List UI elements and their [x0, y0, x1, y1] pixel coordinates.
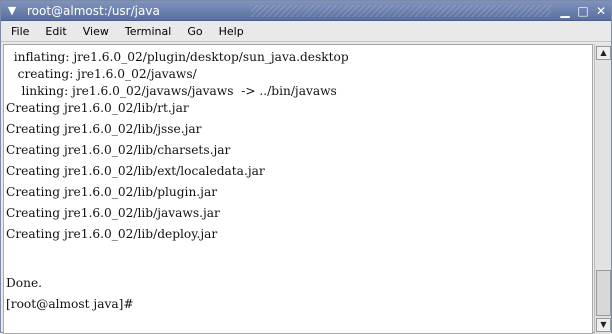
terminal-line: Creating jre1.6.0_02/lib/javaws.jar — [6, 206, 220, 220]
menu-edit[interactable]: Edit — [37, 23, 74, 41]
close-icon[interactable]: ✕ — [593, 3, 609, 19]
menu-bar: File Edit View Terminal Go Help — [1, 22, 611, 42]
terminal-prompt: [root@almost java]# — [6, 297, 134, 311]
terminal-output[interactable]: inflating: jre1.6.0_02/plugin/desktop/su… — [3, 44, 593, 334]
terminal-line: Creating jre1.6.0_02/lib/charsets.jar — [6, 143, 231, 157]
terminal-window: ▼ root@almost:/usr/java ▁ □ ✕ File Edit … — [0, 0, 612, 334]
terminal-line: Creating jre1.6.0_02/lib/jsse.jar — [6, 122, 202, 136]
arrow-down-icon[interactable]: ▼ — [596, 318, 611, 332]
menu-help[interactable]: Help — [211, 23, 252, 41]
window-menu-button[interactable]: ▼ — [5, 4, 19, 18]
menu-file[interactable]: File — [1, 23, 37, 41]
terminal-line: inflating: jre1.6.0_02/plugin/desktop/su… — [6, 50, 349, 64]
terminal-line: creating: jre1.6.0_02/javaws/ — [6, 67, 197, 81]
menu-terminal[interactable]: Terminal — [117, 23, 180, 41]
title-bar[interactable]: ▼ root@almost:/usr/java ▁ □ ✕ — [1, 1, 611, 21]
window-title: root@almost:/usr/java — [27, 4, 160, 18]
terminal-line: Creating jre1.6.0_02/lib/deploy.jar — [6, 227, 218, 241]
menu-view[interactable]: View — [75, 23, 117, 41]
terminal-line: Creating jre1.6.0_02/lib/ext/localedata.… — [6, 164, 265, 178]
title-bar-texture — [251, 5, 551, 17]
menu-go[interactable]: Go — [179, 23, 210, 41]
scrollbar-thumb[interactable] — [596, 270, 611, 316]
maximize-icon[interactable]: □ — [575, 3, 591, 19]
arrow-up-icon[interactable]: ▲ — [596, 46, 611, 60]
terminal-line: Done. — [6, 276, 43, 290]
terminal-line: Creating jre1.6.0_02/lib/rt.jar — [6, 101, 189, 115]
minimize-icon[interactable]: ▁ — [557, 3, 573, 19]
terminal-line: Creating jre1.6.0_02/lib/plugin.jar — [6, 185, 218, 199]
terminal-line: linking: jre1.6.0_02/javaws/javaws -> ..… — [6, 84, 337, 98]
vertical-scrollbar[interactable]: ▲ ▼ — [594, 44, 611, 334]
